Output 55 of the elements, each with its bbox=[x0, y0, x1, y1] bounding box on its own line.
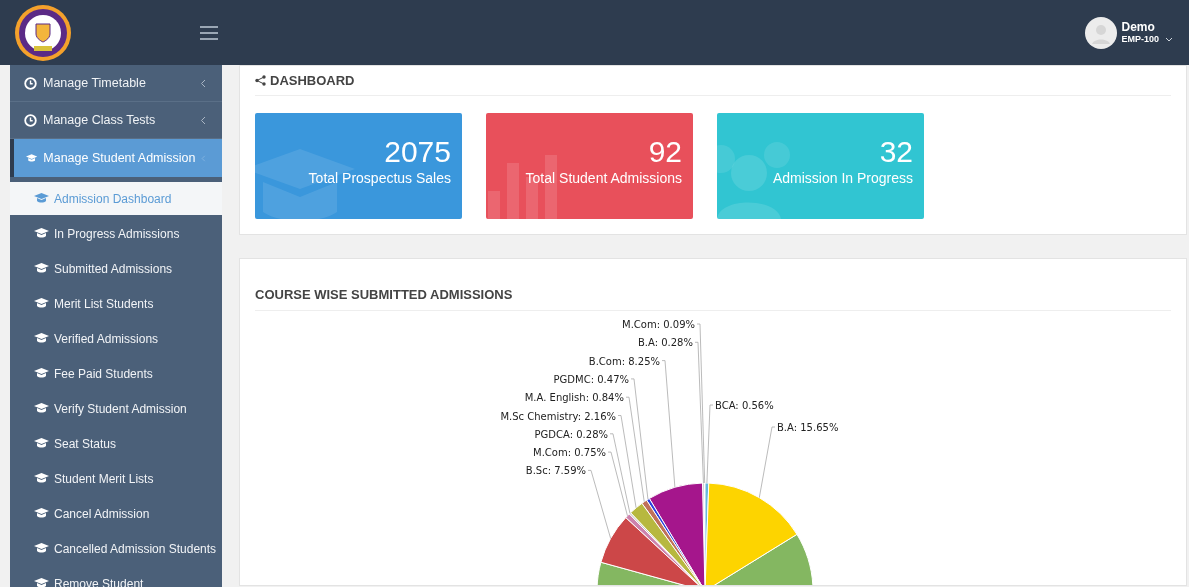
section-title: DASHBOARD bbox=[270, 71, 355, 90]
share-icon bbox=[255, 75, 266, 86]
graduation-cap-icon bbox=[26, 152, 38, 164]
submenu-item[interactable]: Student Merit Lists bbox=[10, 462, 222, 495]
slice-label: M.Sc Chemistry: 2.16% bbox=[500, 410, 616, 422]
user-name: Demo bbox=[1121, 21, 1156, 33]
stat-value: 92 bbox=[648, 135, 682, 169]
slice-label: B.A: 0.28% bbox=[637, 337, 693, 349]
stat-label: Total Student Admissions bbox=[525, 169, 682, 187]
graduation-cap-icon bbox=[34, 298, 49, 309]
chevron-down-icon bbox=[1165, 37, 1173, 42]
graduation-cap-icon bbox=[34, 228, 49, 239]
sidebar-item[interactable]: Manage Timetable bbox=[10, 65, 222, 102]
submenu-item[interactable]: Cancelled Admission Students bbox=[10, 532, 222, 565]
avatar-icon bbox=[1085, 16, 1118, 49]
employee-id: EMP-100 bbox=[1121, 35, 1159, 44]
graduation-cap-icon bbox=[34, 193, 49, 204]
stat-value: 2075 bbox=[384, 135, 451, 169]
submenu-item[interactable]: Submitted Admissions bbox=[10, 252, 222, 285]
slice-label: M.Com: 0.09% bbox=[622, 319, 695, 330]
slice-label: BCA: 0.56% bbox=[715, 400, 774, 411]
graduation-cap-icon bbox=[34, 403, 49, 414]
slice-label: B.A: 15.65% bbox=[777, 422, 839, 433]
submenu-item[interactable]: In Progress Admissions bbox=[10, 217, 222, 250]
slice-label: M.Com: 0.75% bbox=[533, 447, 606, 459]
stat-value: 32 bbox=[879, 135, 913, 169]
graduation-cap-icon bbox=[34, 578, 49, 587]
graduation-cap-icon bbox=[34, 368, 49, 379]
slice-label: M.A. English: 0.84% bbox=[524, 392, 624, 404]
submenu-item[interactable]: Verified Admissions bbox=[10, 322, 222, 355]
graduation-cap-icon bbox=[34, 438, 49, 449]
clock-icon bbox=[24, 113, 37, 127]
user-menu[interactable]: Demo EMP-100 bbox=[1085, 16, 1173, 49]
submenu-item[interactable]: Fee Paid Students bbox=[10, 357, 222, 390]
submenu-item[interactable]: Verify Student Admission bbox=[10, 392, 222, 425]
stat-label: Total Prospectus Sales bbox=[308, 169, 451, 187]
graduation-cap-icon bbox=[34, 333, 49, 344]
submenu-item[interactable]: Remove Student bbox=[10, 567, 222, 587]
stat-label: Admission In Progress bbox=[772, 169, 913, 187]
submenu-item[interactable]: Cancel Admission bbox=[10, 497, 222, 530]
clock-icon bbox=[24, 76, 37, 90]
slice-label: B.Sc: 7.59% bbox=[525, 465, 586, 477]
submenu-item[interactable]: Seat Status bbox=[10, 427, 222, 460]
graduation-cap-icon bbox=[34, 263, 49, 274]
slice-label: B.Com: 8.25% bbox=[588, 355, 660, 367]
menu-toggle-icon[interactable] bbox=[200, 25, 218, 40]
chart-title: COURSE WISE SUBMITTED ADMISSIONS bbox=[255, 285, 513, 304]
leader-line bbox=[587, 470, 612, 539]
college-logo bbox=[14, 3, 72, 62]
graduation-cap-icon bbox=[34, 543, 49, 554]
slice-label: PGDCA: 0.28% bbox=[534, 428, 608, 440]
graduation-cap-icon bbox=[34, 473, 49, 484]
submenu-item[interactable]: Merit List Students bbox=[10, 287, 222, 320]
graduation-cap-icon bbox=[34, 508, 49, 519]
slice-label: PGDMC: 0.47% bbox=[553, 373, 629, 385]
